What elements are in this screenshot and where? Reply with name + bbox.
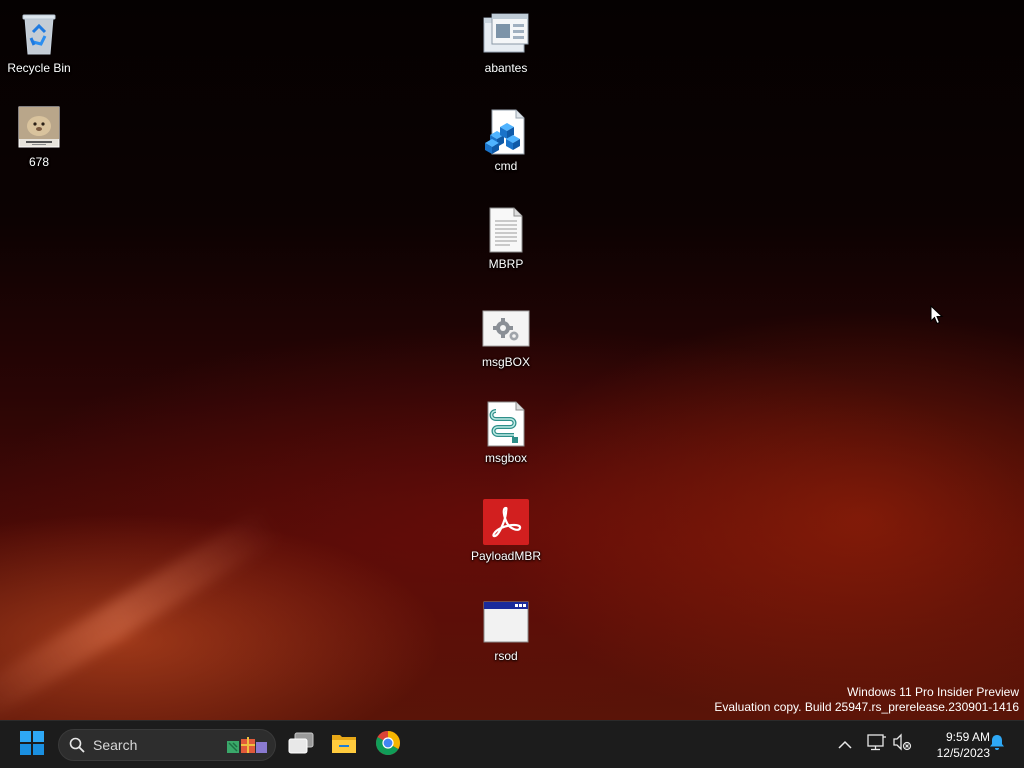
watermark-build: Evaluation copy. Build 25947.rs_prerelea…: [714, 700, 1019, 714]
settings-file-icon: [482, 304, 530, 352]
search-highlight-icon: [225, 733, 271, 761]
network-icon: [867, 733, 887, 755]
desktop-icon-678[interactable]: 678: [1, 104, 77, 169]
image-file-icon: [15, 104, 63, 152]
desktop-icon-recycle-bin[interactable]: Recycle Bin: [1, 10, 77, 75]
taskbar: Search 9:59 AM 12/5/2023: [0, 720, 1024, 768]
start-button[interactable]: [12, 725, 52, 765]
notification-bell-icon: [988, 733, 1006, 755]
desktop-icon-label: PayloadMBR: [470, 549, 542, 563]
clock-time: 9:59 AM: [945, 730, 990, 744]
script-file-icon: [482, 400, 530, 448]
desktop-icon-label: abantes: [484, 61, 528, 75]
desktop-icon-abantes[interactable]: abantes: [468, 10, 544, 75]
desktop-icon-label: msgBOX: [481, 355, 530, 369]
volume-muted-icon: [892, 733, 912, 755]
chrome-button[interactable]: [368, 725, 408, 765]
network-button[interactable]: [866, 733, 888, 755]
desktop-icon-label: Recycle Bin: [7, 61, 71, 75]
wallpaper-streak: [0, 507, 283, 720]
desktop-icon-cmd[interactable]: cmd: [468, 108, 544, 173]
desktop-icon-label: MBRP: [488, 257, 524, 271]
search-box[interactable]: Search: [58, 729, 276, 761]
text-document-icon: [482, 206, 530, 254]
desktop-icon-msgbox-exe[interactable]: msgBOX: [468, 304, 544, 369]
registry-cubes-icon: [482, 108, 530, 156]
search-placeholder: Search: [93, 737, 138, 753]
show-hidden-icons-button[interactable]: [834, 733, 856, 755]
system-clock[interactable]: 9:59 AM 12/5/2023: [918, 729, 990, 761]
desktop-icon-mbrp[interactable]: MBRP: [468, 206, 544, 271]
task-view-icon: [288, 732, 314, 758]
pdf-file-icon: [482, 498, 530, 546]
task-view-button[interactable]: [281, 725, 321, 765]
application-window-icon: [482, 10, 530, 58]
mouse-cursor-icon: [930, 304, 944, 329]
file-explorer-icon: [331, 732, 357, 758]
file-explorer-button[interactable]: [324, 725, 364, 765]
desktop-icon-payloadmbr[interactable]: PayloadMBR: [468, 498, 544, 563]
watermark-edition: Windows 11 Pro Insider Preview: [847, 685, 1019, 699]
desktop-icon-msgbox-script[interactable]: msgbox: [468, 400, 544, 465]
desktop-icon-rsod[interactable]: rsod: [468, 598, 544, 663]
recycle-bin-icon: [15, 10, 63, 58]
desktop[interactable]: Recycle Bin 678 abantes cmd MBRP msgBOX …: [0, 0, 1024, 720]
desktop-icon-label: 678: [28, 155, 50, 169]
volume-button[interactable]: [891, 733, 913, 755]
app-window-icon: [482, 598, 530, 646]
desktop-icon-label: rsod: [494, 649, 518, 663]
chevron-up-icon: [838, 735, 852, 754]
clock-date: 12/5/2023: [936, 746, 990, 760]
windows-start-icon: [20, 731, 44, 759]
chrome-icon: [375, 730, 401, 760]
desktop-icon-label: msgbox: [484, 451, 528, 465]
evaluation-watermark: Windows 11 Pro Insider Preview Evaluatio…: [714, 685, 1019, 715]
search-icon: [69, 737, 85, 753]
notification-center-button[interactable]: [986, 733, 1008, 755]
desktop-icon-label: cmd: [494, 159, 518, 173]
